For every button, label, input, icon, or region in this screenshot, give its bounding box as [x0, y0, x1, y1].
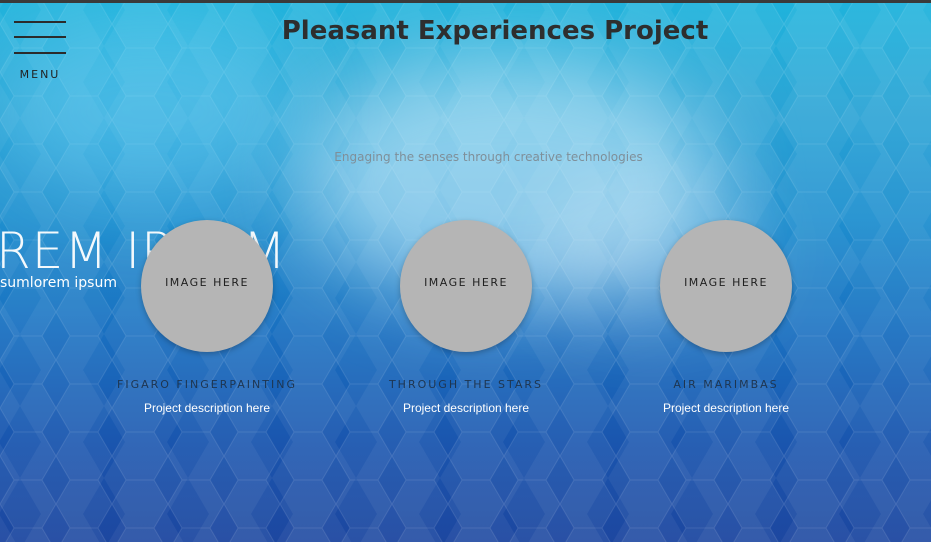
project-image-placeholder[interactable]: IMAGE HERE: [400, 220, 532, 352]
project-card: IMAGE HERE THROUGH THE STARS Project des…: [336, 220, 596, 415]
project-image-placeholder[interactable]: IMAGE HERE: [660, 220, 792, 352]
project-card: IMAGE HERE FIGARO FINGERPAINTING Project…: [77, 220, 337, 415]
image-placeholder-label: IMAGE HERE: [165, 276, 249, 289]
project-description: Project description here: [143, 401, 271, 415]
project-image-placeholder[interactable]: IMAGE HERE: [141, 220, 273, 352]
project-card: IMAGE HERE AIR MARIMBAS Project descript…: [596, 220, 856, 415]
site-tagline: Engaging the senses through creative tec…: [334, 150, 643, 164]
top-border: [0, 0, 931, 3]
project-description: Project description here: [402, 401, 530, 415]
image-placeholder-label: IMAGE HERE: [424, 276, 508, 289]
image-placeholder-label: IMAGE HERE: [684, 276, 768, 289]
project-title[interactable]: AIR MARIMBAS: [596, 378, 856, 391]
menu-label: MENU: [19, 68, 61, 81]
project-title[interactable]: THROUGH THE STARS: [336, 378, 596, 391]
project-title[interactable]: FIGARO FINGERPAINTING: [77, 378, 337, 391]
project-description: Project description here: [662, 401, 790, 415]
page: MENU Pleasant Experiences Project Engagi…: [0, 0, 931, 542]
site-title: Pleasant Experiences Project: [281, 16, 709, 46]
